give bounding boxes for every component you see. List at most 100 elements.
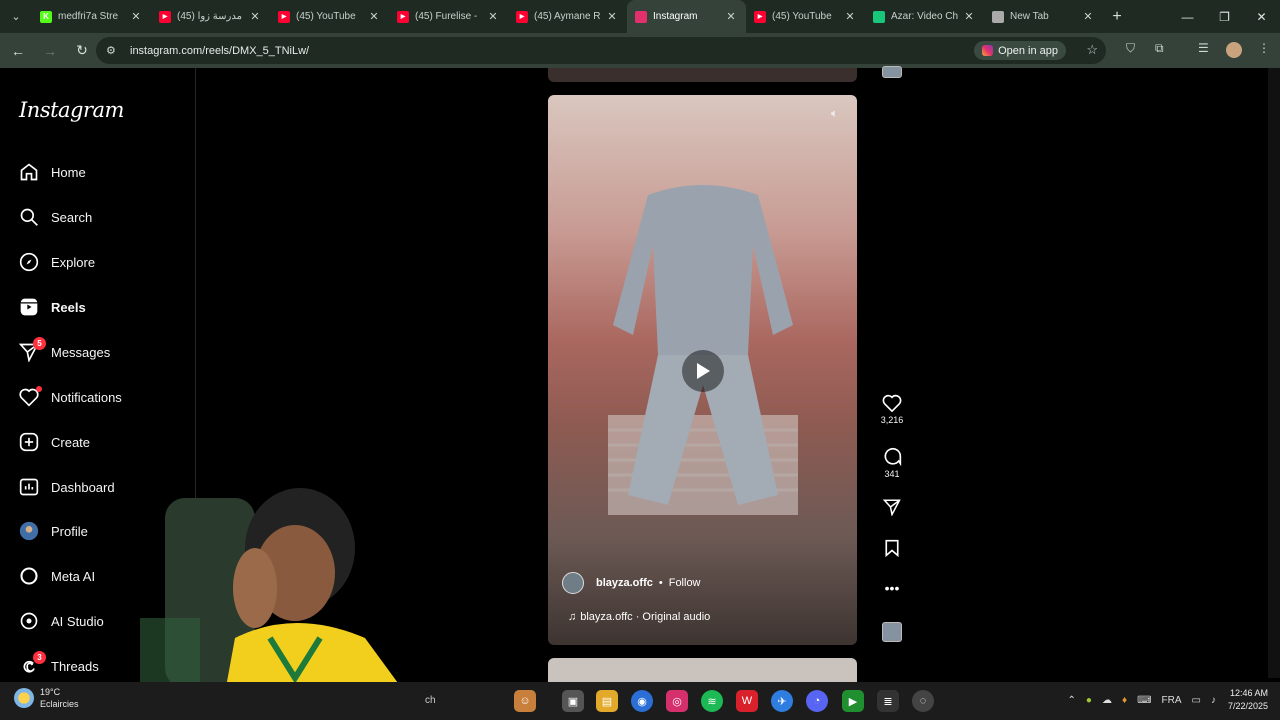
tray-expand-icon[interactable]: ⌃ [1068, 695, 1076, 706]
sidebar-item-notifications[interactable]: Notifications [18, 382, 122, 412]
clock[interactable]: 12:46 AM 7/22/2025 [1228, 687, 1268, 713]
sidebar-item-threads[interactable]: 3 Threads [18, 651, 99, 681]
shield-extension-icon[interactable]: ⛉ [1126, 41, 1135, 56]
tab-close-icon[interactable]: ✕ [248, 10, 262, 23]
restore-icon[interactable]: ❐ [1206, 0, 1243, 33]
azar-icon [873, 10, 885, 23]
notification-badge: 5 [33, 337, 46, 350]
audio-thumbnail[interactable] [882, 622, 902, 642]
browser-tab[interactable]: ▶ (45) Aymane R ✕ [508, 0, 627, 33]
task-view-icon[interactable]: ▣ [562, 690, 584, 712]
bookmark-star-icon[interactable]: ☆ [1086, 42, 1098, 58]
instagram-taskbar-icon[interactable]: ◎ [666, 690, 688, 712]
more-action: ••• [872, 580, 912, 596]
nvidia-icon[interactable]: ● [1086, 695, 1092, 706]
instagram-icon [982, 45, 994, 56]
minimize-icon[interactable]: — [1169, 0, 1206, 33]
new-tab-button[interactable]: + [1103, 8, 1131, 26]
sidebar-item-ai-studio[interactable]: AI Studio [18, 606, 104, 636]
tab-close-icon[interactable]: ✕ [843, 10, 857, 23]
back-icon[interactable]: ← [4, 37, 32, 65]
tab-close-icon[interactable]: ✕ [962, 10, 976, 23]
volume-icon[interactable]: 🔈︎ [831, 106, 847, 122]
discord-icon[interactable]: ◔ [806, 690, 828, 712]
sidebar-item-explore[interactable]: Explore [18, 247, 95, 277]
previous-reel-preview[interactable] [548, 68, 857, 82]
sidebar-item-reels[interactable]: Reels [18, 292, 86, 322]
url-field[interactable]: ⚙ instagram.com/reels/DMX_5_TNiLw/ Open … [96, 37, 1106, 64]
comment-action: 341 [872, 446, 912, 479]
tab-close-icon[interactable]: ✕ [367, 10, 381, 23]
tab-close-icon[interactable]: ✕ [486, 10, 500, 23]
widgets-icon[interactable]: ☺ [514, 690, 536, 712]
browser-app-icon[interactable]: ✈ [771, 690, 793, 712]
sidebar-item-label: Messages [51, 344, 111, 360]
sidebar-item-profile[interactable]: Profile [18, 516, 88, 546]
extensions-icon[interactable]: ⧉ [1155, 41, 1164, 56]
page-scrollbar[interactable] [1268, 68, 1280, 678]
sidebar-item-search[interactable]: Search [18, 202, 92, 232]
browser-tab[interactable]: Azar: Video Ch ✕ [865, 0, 984, 33]
open-in-app-button[interactable]: Open in app [974, 41, 1066, 60]
window-controls: — ❐ ✕ [1169, 0, 1280, 33]
browser-tab[interactable]: Instagram ✕ [627, 0, 746, 33]
language-indicator[interactable]: FRA [1162, 695, 1182, 706]
tab-close-icon[interactable]: ✕ [605, 10, 619, 23]
tab-label: Azar: Video Ch [891, 11, 959, 22]
browser-tab[interactable]: ▶ (45) مدرسة زوا ✕ [151, 0, 270, 33]
tab-close-icon[interactable]: ✕ [1081, 10, 1095, 23]
tab-label: (45) مدرسة زوا [177, 11, 242, 22]
sidebar-item-dashboard[interactable]: Dashboard [18, 472, 115, 502]
close-window-icon[interactable]: ✕ [1243, 0, 1280, 33]
speaker-icon[interactable]: ♪ [1211, 695, 1216, 706]
forward-icon[interactable]: → [36, 37, 64, 65]
tab-label: medfri7a Stre [58, 11, 119, 22]
keyboard-icon[interactable]: ⌨ [1137, 695, 1151, 706]
tab-label: (45) Furelise - [415, 11, 478, 22]
tab-search-icon[interactable]: ⌄ [0, 0, 32, 33]
spotify-icon[interactable]: ≋ [701, 690, 723, 712]
more-options-icon[interactable]: ••• [885, 580, 900, 596]
network-icon[interactable]: ▭ [1192, 695, 1201, 706]
media-control-icon[interactable]: ☰ [1198, 41, 1209, 55]
profile-avatar[interactable] [1226, 42, 1242, 58]
like-icon[interactable] [882, 394, 902, 412]
chrome-taskbar-icon[interactable]: ◉ [631, 690, 653, 712]
sidebar-item-meta-ai[interactable]: Meta AI [18, 561, 95, 591]
chrome-menu-icon[interactable]: ⋮ [1258, 41, 1270, 55]
cloud-icon[interactable]: ☁ [1102, 695, 1112, 706]
reel-video[interactable]: 🔈︎ blayza.offc • Follow ♫ blayza.offc · … [548, 95, 857, 645]
comment-icon[interactable] [882, 446, 902, 466]
follow-button[interactable]: Follow [669, 577, 701, 589]
sidebar-item-create[interactable]: Create [18, 427, 90, 457]
author-username[interactable]: blayza.offc [596, 577, 653, 589]
youtube-icon: ▶ [516, 10, 528, 23]
share-icon[interactable] [883, 498, 901, 516]
instagram-logo[interactable]: Instagram [19, 98, 124, 122]
sidebar-item-home[interactable]: Home [18, 157, 86, 187]
app-icon[interactable]: ≣ [877, 690, 899, 712]
instagram-icon [635, 10, 647, 23]
media-app-icon[interactable]: ▶ [842, 690, 864, 712]
taskbar-search-text[interactable]: ch [425, 695, 436, 706]
sidebar-item-messages[interactable]: 5 Messages [18, 337, 110, 367]
site-info-icon[interactable]: ⚙ [106, 44, 122, 57]
wps-icon[interactable]: W [736, 690, 758, 712]
microphone-icon[interactable]: ♦ [1122, 695, 1127, 706]
bookmark-icon[interactable] [884, 539, 900, 557]
reload-icon[interactable]: ↻ [68, 37, 96, 65]
previous-audio-thumbnail[interactable] [882, 66, 902, 78]
browser-tab[interactable]: New Tab ✕ [984, 0, 1103, 33]
browser-tab[interactable]: ▶ (45) YouTube ✕ [270, 0, 389, 33]
browser-tab[interactable]: ▶ (45) Furelise - ✕ [389, 0, 508, 33]
recording-app-icon[interactable]: ◌ [912, 690, 934, 712]
tab-close-icon[interactable]: ✕ [724, 10, 738, 23]
reel-audio[interactable]: ♫ blayza.offc · Original audio [568, 611, 710, 623]
author-avatar[interactable] [562, 572, 584, 594]
tab-close-icon[interactable]: ✕ [129, 10, 143, 23]
play-button[interactable] [682, 350, 724, 392]
weather-widget[interactable]: 19°C Eclaircies [14, 686, 79, 710]
browser-tab[interactable]: ▶ (45) YouTube ✕ [746, 0, 865, 33]
browser-tab[interactable]: Kmedfri7a Stre ✕ [32, 0, 151, 33]
file-explorer-icon[interactable]: ▤ [596, 690, 618, 712]
